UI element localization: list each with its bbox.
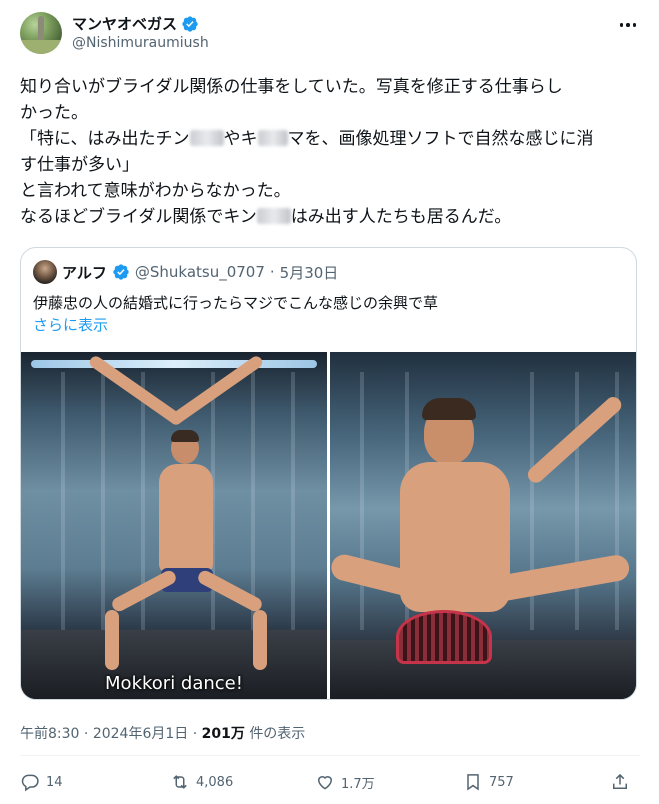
tweet-line: 「特に、はみ出たチン やキ マを、画像処理ソフトで自然な感じに消: [20, 126, 640, 152]
meta-separator: ·: [192, 726, 198, 742]
quote-header: アルフ @Shukatsu_0707 · 5月30日: [33, 260, 338, 284]
quote-text: 伊藤忠の人の結婚式に行ったらマジでこんな感じの余興で草: [33, 294, 439, 312]
tweet-line: かった。: [20, 103, 88, 123]
tweet-text-segment: はみ出す人たちも居るんだ。: [290, 207, 512, 227]
like-count: 1.7万: [341, 776, 375, 792]
tweet-text-segment: なるほどブライダル関係でキン: [20, 207, 257, 227]
censor-blur: [189, 130, 224, 146]
tweet-text-segment: やキ: [223, 129, 258, 149]
tweet-line: す仕事が多い」: [20, 155, 139, 175]
action-bar: 14 4,086 1.7万 757: [20, 767, 640, 797]
author-handle[interactable]: @Nishimuraumiush: [72, 35, 209, 51]
quote-author-avatar[interactable]: [33, 260, 57, 284]
author-display-name[interactable]: マンヤオベガス: [72, 13, 177, 34]
tweet-header: マンヤオベガス @Nishimuraumiush: [20, 12, 640, 56]
stage-light: [31, 360, 317, 368]
tweet-time[interactable]: 午前8:30: [20, 726, 79, 742]
quote-author-handle[interactable]: @Shukatsu_0707: [135, 263, 265, 281]
tweet-metadata: 午前8:30 · 2024年6月1日 · 201万 件の表示: [20, 723, 305, 743]
verified-badge-icon: [113, 264, 129, 280]
views-count: 201万: [201, 726, 245, 742]
bookmark-button[interactable]: 757: [463, 767, 514, 797]
meta-separator: ·: [269, 263, 275, 281]
tweet-line: と言われて意味がわからなかった。: [20, 181, 291, 201]
repost-button[interactable]: 4,086: [170, 767, 233, 797]
reply-count: 14: [46, 774, 63, 790]
quote-author-name[interactable]: アルフ: [62, 262, 107, 283]
censor-blur: [256, 208, 291, 224]
censor-blur: [257, 130, 288, 146]
heart-icon: [317, 776, 333, 790]
divider: [20, 755, 640, 756]
bookmark-icon: [467, 774, 479, 791]
quote-photo-1[interactable]: Mokkori dance!: [21, 352, 327, 699]
tweet-line: なるほどブライダル関係でキン はみ出す人たちも居るんだ。: [20, 204, 640, 230]
reply-button[interactable]: 14: [20, 767, 63, 797]
photo-caption: Mokkori dance!: [105, 673, 243, 694]
author-avatar[interactable]: [20, 12, 62, 54]
author-name-row: マンヤオベガス: [72, 13, 199, 34]
share-icon: [613, 773, 627, 789]
tweet-text-segment: マを、画像処理ソフトで自然な感じに消: [287, 129, 594, 149]
tweet-text: 知り合いがブライダル関係の仕事をしていた。写真を修正する仕事らし かった。 「特…: [20, 74, 640, 230]
verified-badge-icon: [182, 15, 198, 32]
quoted-tweet[interactable]: アルフ @Shukatsu_0707 · 5月30日 伊藤忠の人の結婚式に行った…: [20, 247, 637, 700]
show-more-link[interactable]: さらに表示: [33, 314, 108, 335]
tweet-date[interactable]: 2024年6月1日: [93, 726, 188, 742]
bookmark-count: 757: [489, 774, 514, 790]
quote-date[interactable]: 5月30日: [280, 262, 339, 283]
share-button[interactable]: [610, 767, 630, 797]
quote-media: Mokkori dance!: [21, 352, 636, 699]
tweet-text-segment: 「特に、はみ出たチン: [20, 129, 190, 149]
repost-count: 4,086: [196, 774, 234, 790]
repost-icon: [173, 775, 187, 789]
more-options-icon[interactable]: [616, 16, 640, 34]
reply-icon: [21, 774, 39, 792]
tweet-line: 知り合いがブライダル関係の仕事をしていた。写真を修正する仕事らし: [20, 77, 563, 97]
like-button[interactable]: 1.7万: [315, 767, 375, 797]
views-label: 件の表示: [249, 726, 306, 742]
meta-separator: ·: [83, 726, 89, 742]
quote-photo-2[interactable]: [330, 352, 636, 699]
